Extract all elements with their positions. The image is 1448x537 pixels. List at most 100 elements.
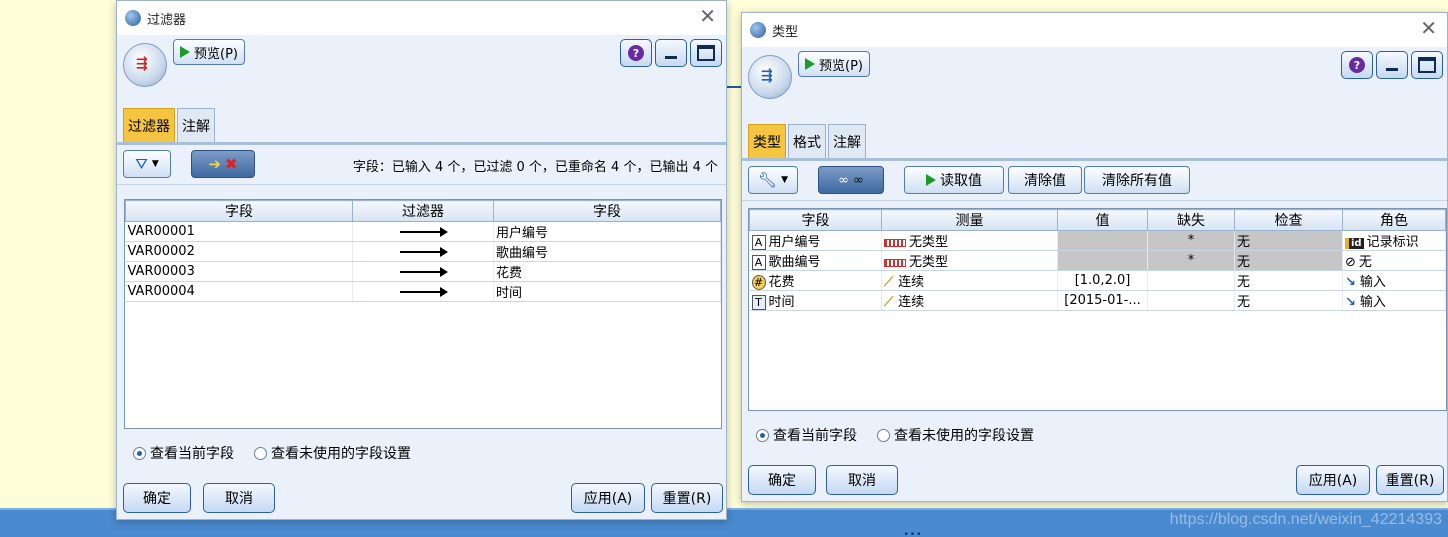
value-cell[interactable] [1057,230,1148,251]
reset-button[interactable]: 重置(R) [1376,465,1444,495]
check-cell[interactable]: 无 [1234,270,1343,291]
radio-unused-fields[interactable]: 查看未使用的字段设置 [254,443,411,463]
radio-selected-icon [133,446,146,460]
cancel-button[interactable]: 取消 [203,483,275,513]
column-header-measure[interactable]: 测量 [881,209,1058,231]
filter-toggle[interactable] [352,221,494,242]
table-row[interactable]: A 用户编号 无类型 * 无 id 记录标识 [749,230,1446,251]
column-header-missing[interactable]: 缺失 [1147,209,1235,231]
field-in: VAR00003 [125,261,353,282]
preview-label: 预览(P) [819,58,863,74]
role-cell[interactable]: ↘ 输入 [1342,290,1446,311]
filter-titlebar: 过滤器 ✕ [117,1,726,35]
tab-format[interactable]: 格式 [788,124,826,158]
preview-button[interactable]: 预览(P) [798,51,870,77]
window-buttons: ? [620,39,722,67]
filter-toggle[interactable] [352,241,494,262]
typeless-icon [884,258,906,267]
filter-menu-button[interactable]: ⛛ ▼ [123,150,171,178]
clear-values-button[interactable]: 清除值 [1008,166,1082,194]
role-cell[interactable]: id 记录标识 [1342,230,1446,251]
glasses-dark-icon: ∞ [853,172,864,188]
measure-text: 无类型 [909,235,949,250]
cancel-button[interactable]: 取消 [826,465,898,495]
value-cell[interactable] [1057,250,1148,271]
column-header-filter[interactable]: 过滤器 [352,200,494,222]
column-header-field-in[interactable]: 字段 [125,200,353,222]
role-cell[interactable]: ↘ 输入 [1342,270,1446,291]
table-row[interactable]: A 歌曲编号 无类型 * 无 ⊘ 无 [749,250,1446,271]
field-out[interactable]: 歌曲编号 [493,241,721,262]
column-header-check[interactable]: 检查 [1234,209,1343,231]
filter-mode-toggle[interactable]: ➔ ✖ [191,150,255,178]
field-out[interactable]: 花费 [493,261,721,282]
type-titlebar: 类型 ✕ [742,13,1447,47]
field-out[interactable]: 用户编号 [493,221,721,242]
tab-type[interactable]: 类型 [748,124,786,158]
radio-current-fields[interactable]: 查看当前字段 [133,443,234,463]
measure-cell[interactable]: 无类型 [881,250,1058,271]
preview-button[interactable]: 预览(P) [173,39,245,65]
read-values-button[interactable]: 读取值 [904,166,1004,194]
minimize-icon [665,55,677,59]
filter-tabs: 过滤器 注解 [117,105,726,145]
timestamp-type-icon: T [751,295,766,310]
column-header-field-out[interactable]: 字段 [493,200,721,222]
minimize-button[interactable] [655,39,687,67]
value-cell[interactable]: [2015-01-... [1057,290,1148,311]
table-row[interactable]: T 时间 ⟋ 连续 [2015-01-... 无 ↘ 输入 [749,290,1446,311]
view-mode-toggle[interactable]: ∞ ∞ [818,166,884,194]
close-icon[interactable]: ✕ [699,6,716,26]
filter-toggle[interactable] [352,281,494,302]
ok-button[interactable]: 确定 [748,465,816,495]
help-button[interactable]: ? [1341,51,1373,79]
apply-button[interactable]: 应用(A) [1296,465,1370,495]
maximize-icon [697,45,715,61]
clear-all-values-button[interactable]: 清除所有值 [1084,166,1190,194]
tab-annotation[interactable]: 注解 [177,108,215,142]
help-button[interactable]: ? [620,39,652,67]
measure-cell[interactable]: 无类型 [881,230,1058,251]
column-header-role[interactable]: 角色 [1342,209,1446,231]
close-icon[interactable]: ✕ [1420,18,1437,38]
table-row[interactable]: # 花费 ⟋ 连续 [1.0,2.0] 无 ↘ 输入 [749,270,1446,291]
missing-cell[interactable] [1147,290,1235,311]
missing-cell[interactable]: * [1147,230,1235,251]
column-header-value[interactable]: 值 [1057,209,1148,231]
radio-current-fields[interactable]: 查看当前字段 [756,425,857,445]
apply-button[interactable]: 应用(A) [571,483,645,513]
table-row[interactable]: VAR00004 时间 [125,281,721,302]
column-header-field[interactable]: 字段 [749,209,882,231]
record-id-icon: id [1345,238,1364,249]
field-out[interactable]: 时间 [493,281,721,302]
radio-label: 查看当前字段 [150,446,234,462]
value-cell[interactable]: [1.0,2.0] [1057,270,1148,291]
role-cell[interactable]: ⊘ 无 [1342,250,1446,271]
missing-cell[interactable] [1147,270,1235,291]
field-in: VAR00004 [125,281,353,302]
check-cell[interactable]: 无 [1234,250,1343,271]
radio-unused-fields[interactable]: 查看未使用的字段设置 [877,425,1034,445]
minimize-button[interactable] [1376,51,1408,79]
tab-annotation[interactable]: 注解 [828,124,866,158]
reset-button[interactable]: 重置(R) [651,483,723,513]
ok-button[interactable]: 确定 [123,483,191,513]
tab-filter[interactable]: 过滤器 [123,108,175,142]
tools-menu-button[interactable]: 🔧︎ ▼ [748,166,798,194]
maximize-button[interactable] [1411,51,1443,79]
maximize-button[interactable] [690,39,722,67]
field-cell: A 歌曲编号 [749,250,882,271]
table-row[interactable]: VAR00003 花费 [125,261,721,282]
radio-label: 查看未使用的字段设置 [894,428,1034,444]
check-cell[interactable]: 无 [1234,290,1343,311]
measure-cell[interactable]: ⟋ 连续 [881,290,1058,311]
resize-grip[interactable]: ••• [898,531,928,537]
measure-cell[interactable]: ⟋ 连续 [881,270,1058,291]
table-row[interactable]: VAR00002 歌曲编号 [125,241,721,262]
missing-cell[interactable]: * [1147,250,1235,271]
window-title: 类型 [772,24,799,40]
table-row[interactable]: VAR00001 用户编号 [125,221,721,242]
arrow-right-icon [400,226,448,237]
check-cell[interactable]: 无 [1234,230,1343,251]
filter-toggle[interactable] [352,261,494,282]
